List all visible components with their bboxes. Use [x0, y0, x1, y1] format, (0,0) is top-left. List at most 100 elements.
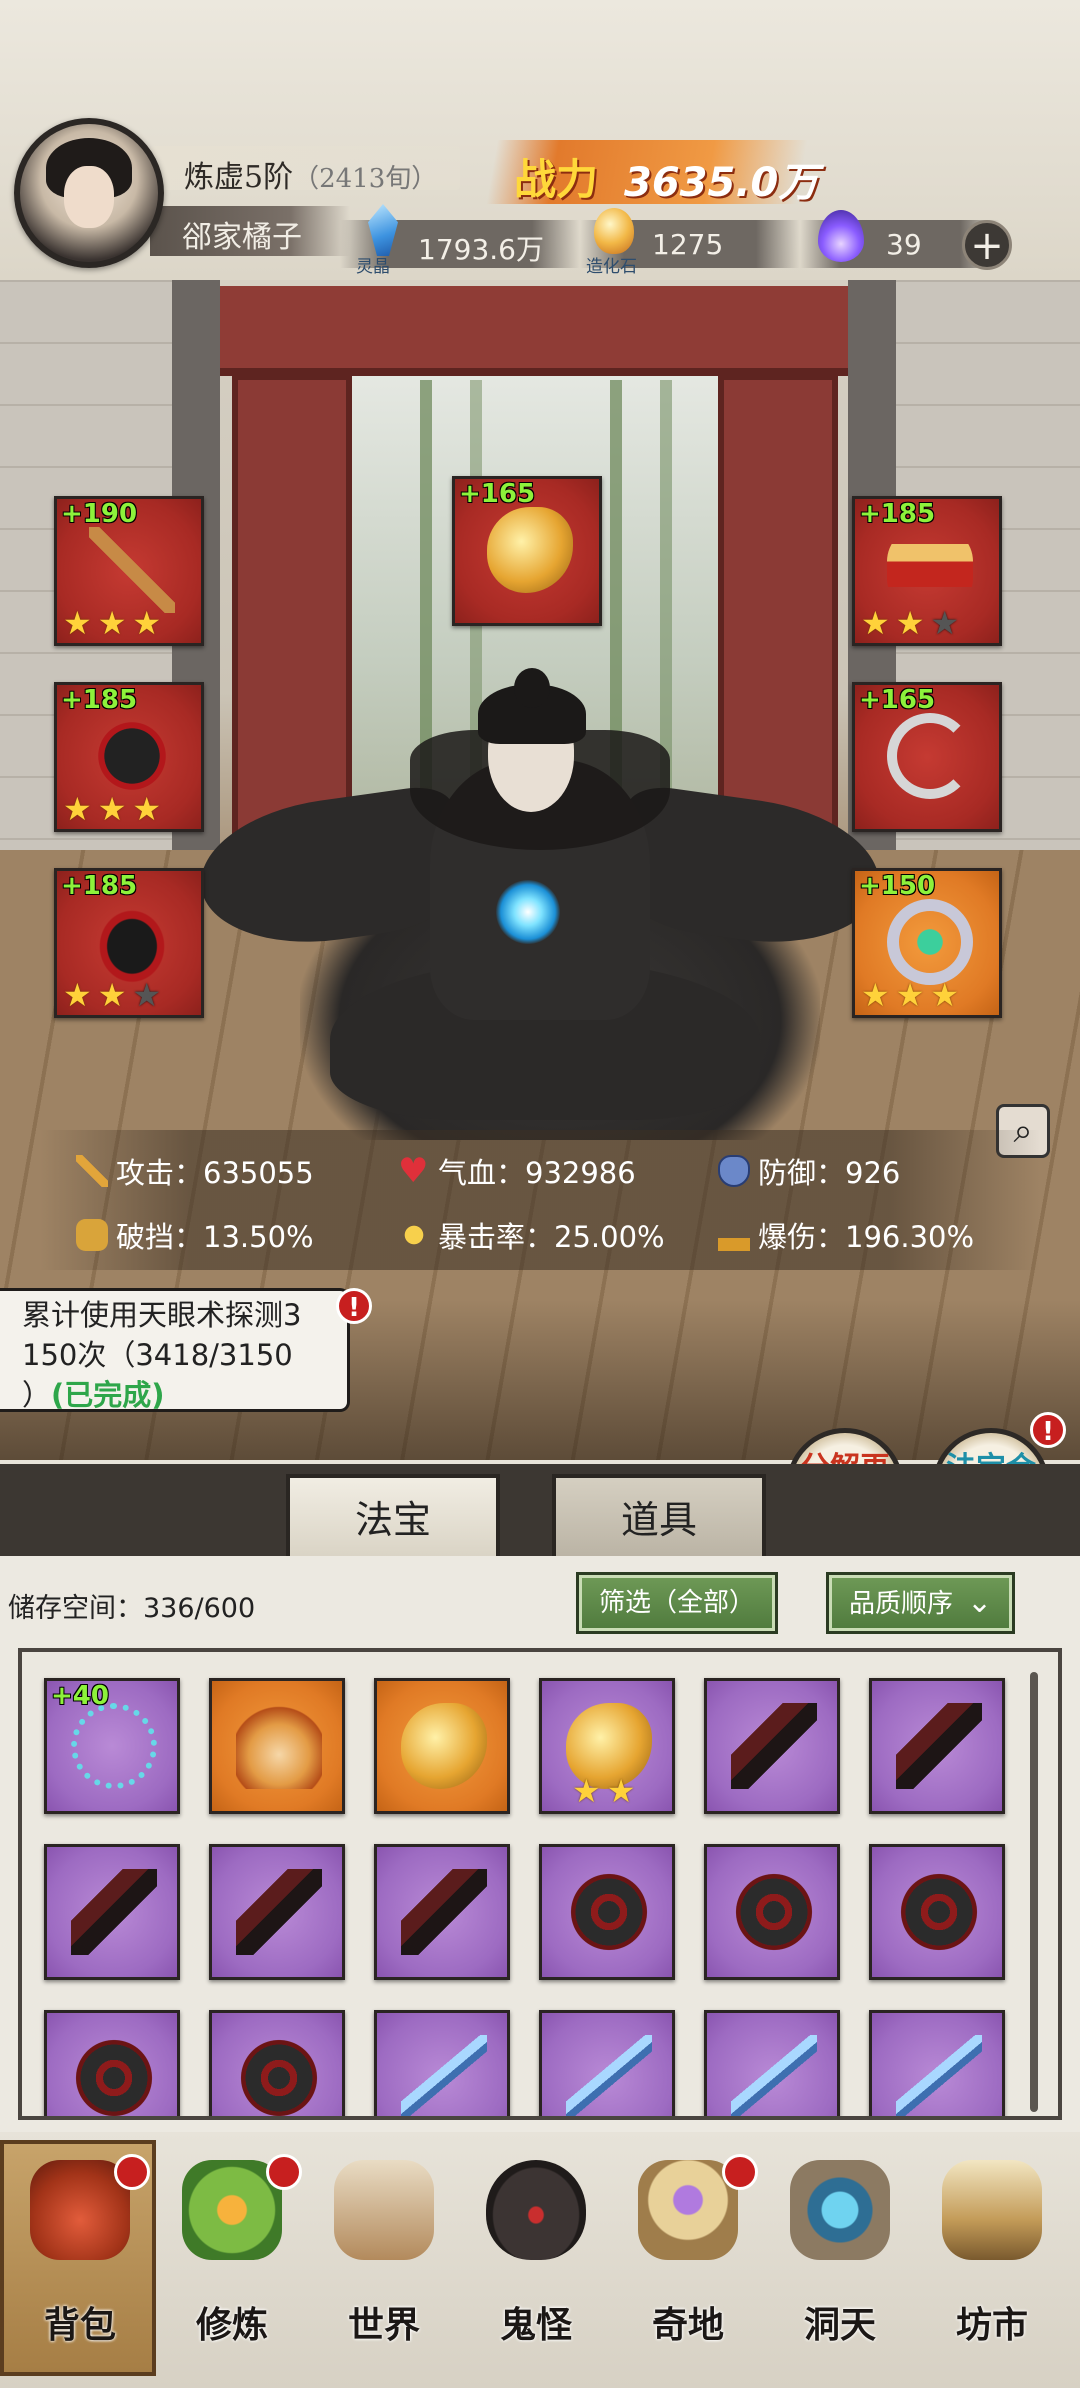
equip-slot-ring[interactable]: +150 ★ ★ ★ — [852, 868, 1002, 1018]
inventory-item[interactable] — [374, 2010, 510, 2116]
star-rating: ★ ★ ★ — [63, 791, 161, 827]
stat-break-text: 破挡：13.50% — [116, 1220, 314, 1254]
star-icon: ★ — [132, 604, 162, 642]
star-icon: ★ — [132, 790, 162, 828]
ring-icon — [887, 899, 973, 985]
equip-slot-pendant[interactable]: +165 — [852, 682, 1002, 832]
creation-stone-value: 1275 — [652, 228, 724, 261]
inventory-item[interactable] — [539, 2010, 675, 2116]
inventory-item[interactable] — [869, 2010, 1005, 2116]
cultivation-realm: 炼虚5阶（2413旬） — [184, 152, 437, 196]
stat-crit-damage-text: 爆伤：196.30% — [758, 1220, 975, 1254]
purple-flame-value: 39 — [886, 228, 922, 261]
door-lintel — [220, 286, 848, 376]
market-icon — [942, 2160, 1042, 2260]
dagger-icon — [71, 1869, 157, 1955]
equip-slot-boots[interactable]: +185 ★ ★ ★ — [54, 868, 204, 1018]
inventory-grid[interactable]: +40 ★ ★ — [18, 1648, 1062, 2120]
inventory-item[interactable] — [44, 1844, 180, 1980]
stat-attack: 攻击：635055 — [76, 1150, 314, 1192]
star-rating: ★ ★ — [572, 1773, 635, 1809]
realm-text: 炼虚5阶 — [184, 160, 294, 195]
equip-slot-treasure[interactable]: +165 — [452, 476, 602, 626]
nav-item-1[interactable]: 修炼 — [162, 2150, 302, 2370]
quest-tracker[interactable]: 累计使用天眼术探测3 150次（3418/3150 ）(已完成) — [0, 1288, 350, 1412]
tab-items[interactable]: 道具 — [552, 1474, 766, 1562]
equip-slot-headwear[interactable]: +185 ★ ★ ★ — [852, 496, 1002, 646]
star-rating: ★ ★ ★ — [861, 977, 959, 1013]
robe-icon — [89, 713, 175, 799]
stat-break: 破挡：13.50% — [76, 1214, 314, 1256]
compose-alert-badge: ! — [1030, 1412, 1066, 1448]
user-name: 郤家橘子 — [182, 220, 302, 255]
enhance-level: +165 — [459, 479, 536, 509]
quest-status: (已完成) — [51, 1378, 165, 1412]
sword-icon — [896, 2035, 982, 2116]
avatar-face — [64, 166, 114, 228]
star-icon: ★ — [63, 604, 92, 642]
inventory-item[interactable] — [44, 2010, 180, 2116]
player-avatar[interactable] — [14, 118, 164, 268]
equip-slot-armor[interactable]: +185 ★ ★ ★ — [54, 682, 204, 832]
spirit-crystal-caption: 灵晶 — [356, 257, 390, 277]
enhance-level: +150 — [859, 871, 936, 901]
star-rating: ★ ★ ★ — [861, 605, 959, 641]
nav-label: 修炼 — [195, 2304, 268, 2346]
inventory-item[interactable] — [374, 1844, 510, 1980]
nav-item-4[interactable]: 奇地 — [618, 2150, 758, 2370]
stat-hp: ♥ 气血：932986 — [398, 1150, 636, 1192]
necklace-icon — [71, 1703, 157, 1789]
wheel-icon — [896, 1869, 982, 1955]
inventory-scrollbar[interactable] — [1030, 1672, 1038, 2112]
star-rating: ★ ★ ★ — [63, 605, 161, 641]
add-resource-button[interactable]: + — [962, 220, 1012, 270]
shield-icon — [718, 1155, 750, 1187]
wheel-icon — [236, 2035, 322, 2116]
storage-capacity: 储存空间：336/600 — [8, 1593, 256, 1624]
sort-dropdown[interactable]: 品质顺序 ⌄ — [826, 1572, 1016, 1634]
filter-button[interactable]: 筛选（全部） — [576, 1572, 779, 1634]
chevron-down-icon: ⌄ — [967, 1585, 993, 1620]
inventory-item[interactable] — [869, 1844, 1005, 1980]
crown-icon — [887, 527, 973, 613]
star-rating: ★ ★ ★ — [63, 977, 161, 1013]
star-icon: ★ — [895, 604, 925, 642]
inventory-item[interactable] — [209, 1678, 345, 1814]
nav-item-3[interactable]: 鬼怪 — [466, 2150, 606, 2370]
dagger-icon — [731, 1703, 817, 1789]
inventory-item[interactable] — [209, 1844, 345, 1980]
inventory-item[interactable] — [869, 1678, 1005, 1814]
sword-icon — [566, 2035, 652, 2116]
nav-item-2[interactable]: 世界 — [314, 2150, 454, 2370]
inventory-item[interactable]: ★ ★ — [539, 1678, 675, 1814]
tabs-strip — [0, 1464, 1080, 1560]
pendant-icon — [887, 713, 973, 799]
inventory-item[interactable] — [374, 1678, 510, 1814]
inventory-item[interactable] — [704, 1844, 840, 1980]
inventory-item[interactable] — [704, 1678, 840, 1814]
nav-alert-badge — [722, 2154, 758, 2190]
golden-cloud-icon — [487, 507, 573, 593]
tab-treasure[interactable]: 法宝 — [286, 1474, 500, 1562]
star-icon: ★ — [861, 976, 890, 1014]
nav-item-5[interactable]: 洞天 — [770, 2150, 910, 2370]
nav-label: 世界 — [347, 2304, 420, 2346]
dagger-icon — [896, 1703, 982, 1789]
stat-defense-text: 防御：926 — [758, 1156, 901, 1190]
quest-alert-badge: ! — [336, 1288, 372, 1324]
character-topknot — [514, 668, 550, 708]
nav-label: 奇地 — [651, 2304, 724, 2346]
star-icon: ★ — [930, 976, 960, 1014]
nav-item-0[interactable]: 背包 — [10, 2150, 150, 2370]
inventory-item[interactable] — [209, 2010, 345, 2116]
quest-line-3-prefix: ） — [22, 1378, 52, 1412]
equip-slot-weapon[interactable]: +190 ★ ★ ★ — [54, 496, 204, 646]
nav-alert-badge — [114, 2154, 150, 2190]
inventory-item[interactable] — [539, 1844, 675, 1980]
inventory-item[interactable] — [704, 2010, 840, 2116]
nav-label: 洞天 — [803, 2304, 876, 2346]
quest-line-1: 累计使用天眼术探测3 — [22, 1298, 302, 1332]
nav-item-6[interactable]: 坊市 — [922, 2150, 1062, 2370]
inventory-item[interactable]: +40 — [44, 1678, 180, 1814]
stat-crit-damage: 爆伤：196.30% — [718, 1214, 974, 1256]
